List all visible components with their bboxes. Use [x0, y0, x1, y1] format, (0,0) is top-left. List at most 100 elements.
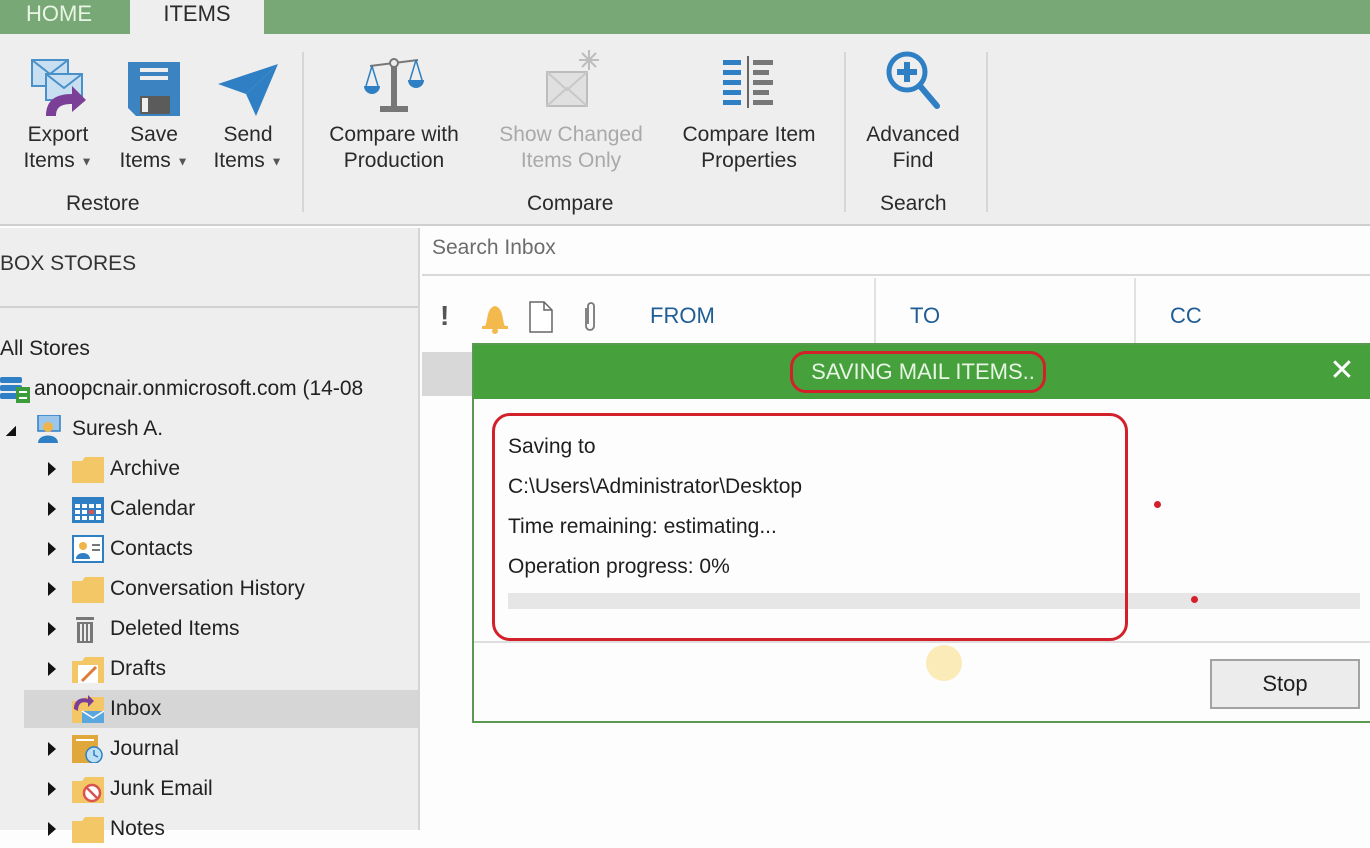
save-items-label-line2: Items — [119, 149, 171, 172]
dropdown-arrow-icon[interactable]: ▼ — [177, 154, 189, 168]
show-changed-items-only-button[interactable]: Show Changed Items Only — [488, 44, 654, 174]
tree-item-all-stores[interactable]: All Stores — [0, 330, 418, 368]
expand-caret-icon[interactable] — [48, 662, 56, 676]
expand-caret-icon[interactable] — [48, 822, 56, 836]
close-icon[interactable]: ✕ — [1328, 356, 1356, 386]
selected-message-row[interactable] — [422, 352, 474, 396]
dropdown-arrow-icon[interactable]: ▼ — [271, 154, 283, 168]
tree-label: All Stores — [0, 337, 90, 360]
tree-item-user[interactable]: Suresh A. — [0, 410, 418, 448]
send-items-button[interactable]: Send Items ▼ — [206, 44, 290, 174]
annotation-highlight-title — [790, 351, 1046, 393]
database-store-icon — [0, 377, 30, 403]
user-mailbox-icon — [37, 415, 61, 443]
folder-conversation-history[interactable]: Conversation History — [0, 570, 418, 608]
annotation-dot — [1154, 501, 1161, 508]
folder-label: Deleted Items — [110, 617, 240, 640]
ribbon-separator — [986, 52, 988, 212]
column-divider[interactable] — [1134, 278, 1136, 344]
folder-label: Junk Email — [110, 777, 213, 800]
compare-with-production-button[interactable]: Compare with Production — [316, 44, 472, 174]
save-items-label-line1: Save — [130, 123, 178, 146]
export-items-button[interactable]: Export Items ▼ — [18, 44, 98, 174]
cc-column-header[interactable]: CC — [1170, 278, 1202, 346]
folder-inbox[interactable]: Inbox — [24, 690, 418, 728]
tab-home[interactable]: HOME — [0, 0, 118, 34]
mouse-cursor-highlight — [926, 645, 962, 681]
column-divider[interactable] — [874, 278, 876, 344]
stop-button[interactable]: Stop — [1210, 659, 1360, 709]
tab-items[interactable]: ITEMS — [130, 0, 264, 34]
show-changed-line2: Items Only — [520, 149, 622, 172]
ribbon-separator — [302, 52, 304, 212]
compare-item-properties-button[interactable]: Compare Item Properties — [670, 44, 828, 174]
ribbon-tab-bar: HOME ITEMS — [0, 0, 1370, 34]
compare-item-properties-line2: Properties — [701, 149, 797, 172]
send-items-label-line1: Send — [223, 123, 273, 146]
expand-caret-icon[interactable] — [48, 622, 56, 636]
folder-archive[interactable]: Archive — [0, 450, 418, 488]
search-group-label: Search — [880, 192, 947, 215]
from-column-header[interactable]: FROM — [650, 278, 715, 346]
expand-caret-icon[interactable] — [48, 502, 56, 516]
expand-caret-icon[interactable] — [48, 742, 56, 756]
drafts-icon — [72, 657, 104, 683]
folder-drafts[interactable]: Drafts — [0, 650, 418, 688]
tree-label: anoopcnair.onmicrosoft.com (14-08 — [34, 377, 364, 400]
export-items-label-line1: Export — [27, 123, 89, 146]
collapse-caret-icon[interactable] — [6, 426, 16, 436]
advanced-find-button[interactable]: Advanced Find — [856, 44, 970, 174]
annotation-dot — [1191, 596, 1198, 603]
annotation-highlight-body — [492, 413, 1128, 641]
tree-item-store[interactable]: anoopcnair.onmicrosoft.com (14-08 — [0, 370, 418, 408]
contacts-icon — [72, 535, 104, 563]
restore-group-label: Restore — [66, 192, 140, 215]
saving-mail-items-dialog: SAVING MAIL ITEMS.. ✕ Saving to C:\Users… — [472, 343, 1370, 723]
folder-contacts[interactable]: Contacts — [0, 530, 418, 568]
folder-journal[interactable]: Journal — [0, 730, 418, 768]
folder-notes[interactable]: Notes — [0, 810, 418, 848]
search-inbox-input[interactable]: Search Inbox — [422, 228, 1370, 276]
divider — [0, 306, 418, 308]
advanced-find-line1: Advanced — [866, 123, 960, 146]
folder-calendar[interactable]: Calendar — [0, 490, 418, 528]
changed-mail-icon — [546, 50, 599, 107]
folder-junk-email[interactable]: Junk Email — [0, 770, 418, 808]
compare-item-properties-line1: Compare Item — [682, 123, 816, 146]
compare-with-production-line2: Production — [343, 149, 445, 172]
compare-properties-icon — [723, 56, 773, 108]
expand-caret-icon[interactable] — [48, 582, 56, 596]
folder-label: Calendar — [110, 497, 196, 520]
scales-icon — [364, 58, 424, 112]
zoom-plus-icon — [886, 51, 940, 109]
expand-caret-icon[interactable] — [48, 542, 56, 556]
inbox-icon — [72, 695, 104, 723]
compare-with-production-line1: Compare with — [329, 123, 459, 146]
export-items-icon — [31, 59, 86, 116]
pane-title: BOX STORES — [0, 252, 137, 275]
compare-group-label: Compare — [527, 192, 614, 215]
folder-label: Inbox — [110, 697, 162, 720]
folder-deleted-items[interactable]: Deleted Items — [0, 610, 418, 648]
folder-icon — [72, 577, 104, 603]
folder-icon — [72, 457, 104, 483]
dropdown-arrow-icon[interactable]: ▼ — [81, 154, 93, 168]
attachment-paperclip-icon[interactable] — [580, 300, 600, 334]
to-column-header[interactable]: TO — [910, 278, 940, 346]
dialog-divider — [474, 641, 1370, 643]
ribbon-separator — [844, 52, 846, 212]
save-items-icon — [128, 62, 180, 116]
item-type-document-icon[interactable] — [528, 300, 554, 334]
trash-icon — [76, 617, 94, 643]
expand-caret-icon[interactable] — [48, 462, 56, 476]
importance-column-header[interactable]: ! — [440, 278, 449, 346]
tree-label: Suresh A. — [72, 417, 164, 440]
folder-label: Drafts — [110, 657, 167, 680]
save-items-button[interactable]: Save Items ▼ — [114, 44, 194, 174]
folder-label: Journal — [110, 737, 179, 760]
mailbox-stores-pane: BOX STORES All Stores anoopcnair.onmicro… — [0, 228, 420, 843]
expand-caret-icon[interactable] — [48, 782, 56, 796]
reminder-bell-icon[interactable] — [480, 300, 510, 334]
send-items-label-line2: Items — [213, 149, 265, 172]
junk-icon — [72, 777, 104, 803]
